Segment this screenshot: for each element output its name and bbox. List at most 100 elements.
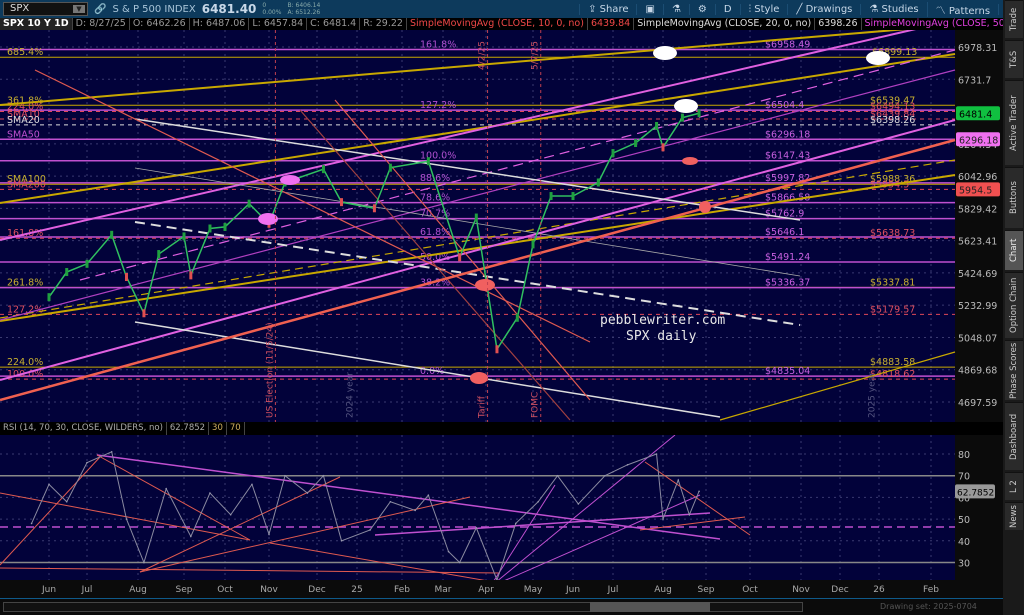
price-candle (680, 113, 684, 122)
date-tick: Jul (607, 585, 619, 595)
ask: A: 6512.26 (287, 9, 321, 16)
rsi-point (251, 483, 253, 486)
price-candle (458, 253, 462, 262)
price-candle (426, 157, 430, 166)
studies-button[interactable]: ⚗ Studies (860, 3, 926, 15)
last-price: 6481.40 (201, 2, 257, 16)
scroll-thumb[interactable] (590, 602, 710, 612)
price-candle (157, 250, 161, 259)
sma10-value: 6439.84 (588, 18, 635, 30)
bar-date: D: 8/27/25 (73, 18, 130, 30)
date-tick: Feb (923, 585, 939, 595)
rsi-value: 62.7852 (167, 422, 210, 435)
side-tab-trade[interactable]: Trade (1005, 0, 1023, 38)
rsi-point (458, 561, 461, 564)
highlight-oval (682, 157, 698, 165)
rsi-chart[interactable]: Jun Jul Aug Sep Oct Nov Dec 25 Feb Mar Apr May Jun Ju… (0, 435, 1003, 597)
chevron-down-icon[interactable]: ▼ (73, 5, 85, 13)
bid-ask: B: 6406.14 A: 6512.26 (287, 2, 320, 16)
price-candle (611, 149, 615, 158)
rsi-point (626, 464, 629, 466)
price-candle (634, 139, 638, 148)
side-tab-chart[interactable]: Chart (1005, 230, 1023, 270)
change-pct: 0.00% (262, 9, 282, 16)
date-tick: Oct (742, 585, 758, 595)
highlight-oval (866, 51, 890, 65)
price-chart[interactable]: $6958.49$6899.13$6539.47$6504.4 $6494.13$… (0, 30, 1003, 422)
date-tick: 26 (873, 585, 885, 595)
price-level-label: $4835.04 (765, 366, 810, 377)
side-tab-option-chain[interactable]: Option Chain (1005, 272, 1023, 338)
calendar-icon[interactable]: ▣ (636, 3, 662, 15)
price-candle (182, 232, 186, 241)
date-tick: Aug (129, 585, 147, 595)
price-candle (208, 224, 212, 233)
rsi-point (30, 522, 33, 525)
price-candle (321, 165, 325, 174)
sma50-study[interactable]: SimpleMovingAvg (CLOSE, 50, 0, no) (862, 18, 1004, 30)
date-tick: Feb (394, 585, 410, 595)
date-tick: Nov (260, 585, 278, 595)
price-candle (85, 259, 89, 268)
rsi-tick: 80 (958, 450, 970, 461)
price-level-label: $6398.26 (870, 115, 915, 126)
side-tab-l-2[interactable]: L 2 (1005, 472, 1023, 500)
rsi-background (0, 435, 955, 580)
price-tick: 5623.41 (958, 237, 997, 248)
style-button[interactable]: ⫶ Style (739, 3, 788, 15)
gear-icon[interactable]: ⚙ (688, 3, 715, 15)
rsi-point (604, 474, 606, 477)
rsi-badge-label: 62.7852 (957, 488, 994, 498)
price-level-label: $5638.73 (870, 228, 915, 239)
rsi-point (48, 483, 50, 486)
left-level-label: 100.0% (7, 369, 43, 380)
date-tick: Oct (217, 585, 233, 595)
rsi-point (322, 474, 325, 477)
rsi-point (447, 550, 450, 553)
price-level-label: $6147.43 (765, 151, 810, 162)
price-candle (247, 199, 251, 208)
rsi-point (662, 518, 664, 520)
sma10-study[interactable]: SimpleMovingAvg (CLOSE, 10, 0, no) (407, 18, 588, 30)
chart-scrollbar[interactable]: Drawing set: 2025-0704 (0, 598, 1003, 615)
date-tick: May (524, 585, 543, 595)
price-candle (223, 222, 227, 231)
patterns-button[interactable]: 〽 Patterns (926, 1, 998, 17)
fib-label: 127.2% (420, 100, 456, 111)
price-tick: 4697.59 (958, 398, 997, 409)
rsi-point (389, 500, 392, 503)
side-tab-dashboard[interactable]: Dashboard (1005, 402, 1023, 470)
price-tick: 6042.96 (958, 172, 997, 183)
side-tab-t-s[interactable]: T&S (1005, 40, 1023, 78)
side-tab-buttons[interactable]: Buttons (1005, 167, 1023, 228)
bar-low: L: 6457.84 (249, 18, 308, 30)
price-axis[interactable] (955, 30, 1003, 422)
date-tick: Aug (654, 585, 672, 595)
rsi-tick: 40 (958, 537, 970, 548)
event-label: US Election (11/5/24) (265, 322, 275, 418)
side-tab-news[interactable]: News (1005, 502, 1023, 530)
price-badge-label: 5954.5 (959, 185, 992, 196)
flask-icon[interactable]: ⚗ (662, 3, 689, 15)
event-label: FOMC (531, 392, 541, 418)
side-tab-phase-scores[interactable]: Phase Scores (1005, 340, 1023, 400)
left-level-label: SMA50 (7, 129, 40, 140)
rsi-point (143, 561, 145, 564)
change-value: 0 (262, 2, 267, 9)
watermark-site: pebblewriter.com (600, 313, 725, 328)
link-icon[interactable]: 🔗 (94, 4, 106, 15)
drawings-button[interactable]: ╱ Drawings (787, 3, 860, 15)
fib-label: 100.0% (420, 151, 456, 162)
symbol-input[interactable]: SPX ▼ (3, 2, 88, 16)
side-tab-active-trader[interactable]: Active Trader (1005, 80, 1023, 165)
share-button[interactable]: ⇪ Share (579, 3, 636, 15)
date-tick: Mar (435, 585, 452, 595)
rsi-title[interactable]: RSI (14, 70, 30, CLOSE, WILDERS, no) (0, 422, 167, 435)
period-button[interactable]: D (714, 3, 740, 15)
event-label: 2024 year (346, 372, 356, 418)
sma20-study[interactable]: SimpleMovingAvg (CLOSE, 20, 0, no) (634, 18, 816, 30)
rsi-tick: 30 (958, 559, 970, 570)
rsi-point (427, 494, 430, 497)
left-level-label: SMA20 (7, 115, 40, 126)
event-label: 5/7/25 (531, 41, 541, 70)
